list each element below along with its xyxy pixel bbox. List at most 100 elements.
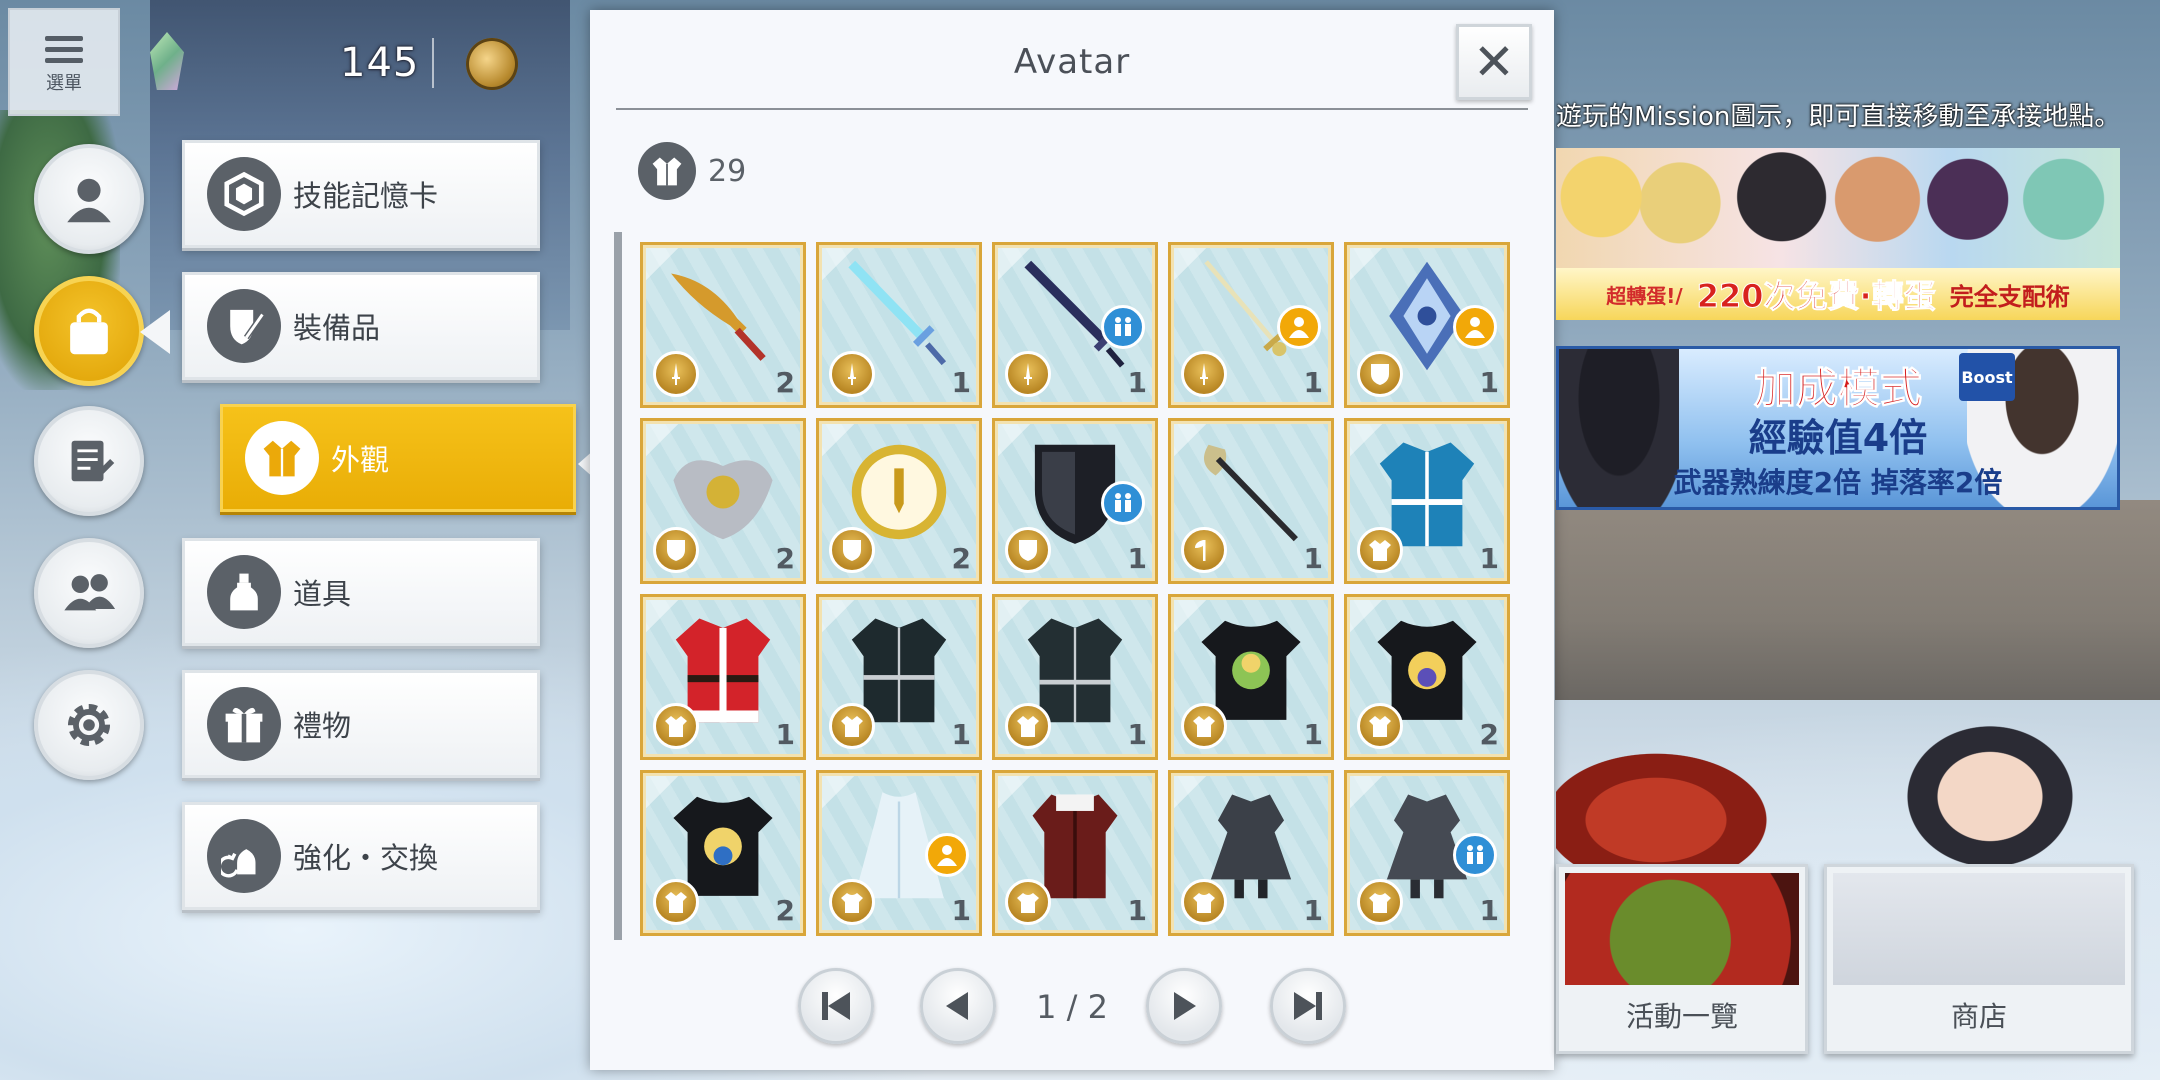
avatar-item-tile[interactable]: 1 [640, 594, 806, 760]
shirt-type-icon [1181, 879, 1227, 925]
avatar-item-tile[interactable]: 1 [1168, 418, 1334, 584]
axe-type-icon [1181, 527, 1227, 573]
hamburger-icon [45, 36, 83, 63]
category-items[interactable]: 道具 [182, 538, 540, 646]
banner-gacha-title: 220次免費·轉蛋 [1696, 277, 1936, 316]
avatar-item-tile[interactable]: 1 [992, 770, 1158, 936]
avatar-item-tile[interactable]: 2 [816, 418, 982, 584]
item-quantity: 1 [951, 366, 971, 399]
side-quests-button[interactable] [34, 406, 144, 516]
next-page-button[interactable] [1146, 968, 1222, 1044]
coat-type-icon [1357, 527, 1403, 573]
next-page-icon [1174, 992, 1196, 1020]
avatar-item-tile[interactable]: 2 [640, 242, 806, 408]
item-quantity: 1 [1127, 542, 1147, 575]
avatar-item-tile[interactable]: 1 [1344, 242, 1510, 408]
single-user-badge-icon [1277, 305, 1321, 349]
side-profile-button[interactable] [34, 144, 144, 254]
dragon-artwork [1556, 730, 1806, 880]
item-quantity: 2 [775, 366, 795, 399]
avatar-item-tile[interactable]: 1 [1344, 770, 1510, 936]
banner-strip: 超轉蛋!/ 220次免費·轉蛋 完全支配術 [1556, 268, 2120, 320]
events-card-image [1565, 873, 1799, 985]
avatar-item-tile[interactable]: 1 [992, 242, 1158, 408]
crystal-count: 145 [340, 40, 420, 86]
coat-type-icon [653, 879, 699, 925]
shield-type-icon [1357, 351, 1403, 397]
avatar-item-tile[interactable]: 1 [1344, 418, 1510, 584]
item-count-value: 29 [708, 153, 747, 189]
main-menu-button[interactable]: 選單 [8, 8, 120, 116]
close-icon: ✕ [1473, 33, 1515, 91]
side-settings-button[interactable] [34, 670, 144, 780]
avatar-item-tile[interactable]: 1 [816, 770, 982, 936]
shirt-type-icon [1357, 879, 1403, 925]
banner-gacha-tag: 超轉蛋!/ [1606, 283, 1683, 308]
category-skill-record[interactable]: 技能記憶卡 [182, 140, 540, 248]
avatar-item-tile[interactable]: 1 [816, 594, 982, 760]
last-page-icon [1294, 992, 1322, 1020]
shop-card-label: 商店 [1950, 1000, 2007, 1033]
item-count: 29 [638, 142, 746, 200]
avatar-item-tile[interactable]: 2 [640, 770, 806, 936]
item-quantity: 1 [951, 718, 971, 751]
item-quantity: 1 [1127, 718, 1147, 751]
avatar-panel: Avatar ✕ 29 2 1 1 1 1 2 2 1 1 1 1 1 1 1 2 2 1 1 1 1 1 / 2 [590, 10, 1554, 1070]
avatar-item-tile[interactable]: 1 [816, 242, 982, 408]
hexagon-card-icon [207, 157, 281, 231]
item-quantity: 1 [951, 894, 971, 927]
last-page-button[interactable] [1270, 968, 1346, 1044]
category-label: 裝備品 [293, 311, 381, 345]
item-quantity: 1 [775, 718, 795, 751]
avatar-item-tile[interactable]: 1 [992, 594, 1158, 760]
avatar-item-tile[interactable]: 1 [1168, 242, 1334, 408]
category-enhance-exchange[interactable]: 強化・交換 [182, 802, 540, 910]
shop-card[interactable]: 商店 [1824, 864, 2134, 1054]
bottle-icon [207, 555, 281, 629]
close-button[interactable]: ✕ [1456, 24, 1532, 100]
coat-type-icon [1181, 703, 1227, 749]
pagination: 1 / 2 [590, 968, 1554, 1048]
coat-type-icon [1357, 703, 1403, 749]
item-quantity: 2 [1479, 718, 1499, 751]
category-avatar[interactable]: 外觀 [220, 404, 576, 512]
item-quantity: 2 [775, 542, 795, 575]
category-label: 技能記憶卡 [293, 179, 439, 213]
main-menu-label: 選單 [46, 73, 82, 94]
coat-icon [245, 421, 319, 495]
enhance-exchange-icon [207, 819, 281, 893]
avatar-item-tile[interactable]: 1 [1168, 770, 1334, 936]
pair-user-badge-icon [1453, 833, 1497, 877]
events-card[interactable]: 活動一覽 [1556, 864, 1808, 1054]
side-friends-button[interactable] [34, 538, 144, 648]
category-gifts[interactable]: 禮物 [182, 670, 540, 778]
title-divider [616, 108, 1528, 110]
avatar-item-tile[interactable]: 1 [992, 418, 1158, 584]
shield-type-icon [1005, 527, 1051, 573]
shirt-type-icon [829, 879, 875, 925]
side-items-button[interactable] [34, 276, 144, 386]
sword-type-icon [653, 351, 699, 397]
banner-characters [1556, 148, 2120, 270]
notebook-icon [71, 440, 115, 482]
category-equipment[interactable]: 裝備品 [182, 272, 540, 380]
boost-banner[interactable]: 加成模式 Boost 經驗值4倍 武器熟練度2倍 掉落率2倍 [1556, 346, 2120, 510]
avatar-item-tile[interactable]: 1 [1168, 594, 1334, 760]
avatar-item-tile[interactable]: 2 [640, 418, 806, 584]
sword-type-icon [1005, 351, 1051, 397]
shield-type-icon [653, 527, 699, 573]
user-icon [67, 178, 111, 223]
category-label: 道具 [293, 577, 352, 611]
banner-gacha-sub: 完全支配術 [1949, 282, 2070, 311]
category-label: 外觀 [331, 443, 390, 477]
scrollbar-thumb[interactable] [614, 232, 622, 940]
single-user-badge-icon [1453, 305, 1497, 349]
shield-type-icon [829, 527, 875, 573]
item-quantity: 1 [1127, 894, 1147, 927]
gacha-banner[interactable]: 超轉蛋!/ 220次免費·轉蛋 完全支配術 [1556, 148, 2120, 320]
item-quantity: 1 [1479, 894, 1499, 927]
sword-type-icon [1181, 351, 1227, 397]
avatar-item-tile[interactable]: 2 [1344, 594, 1510, 760]
bag-icon [70, 308, 108, 355]
coin-icon [466, 38, 518, 90]
